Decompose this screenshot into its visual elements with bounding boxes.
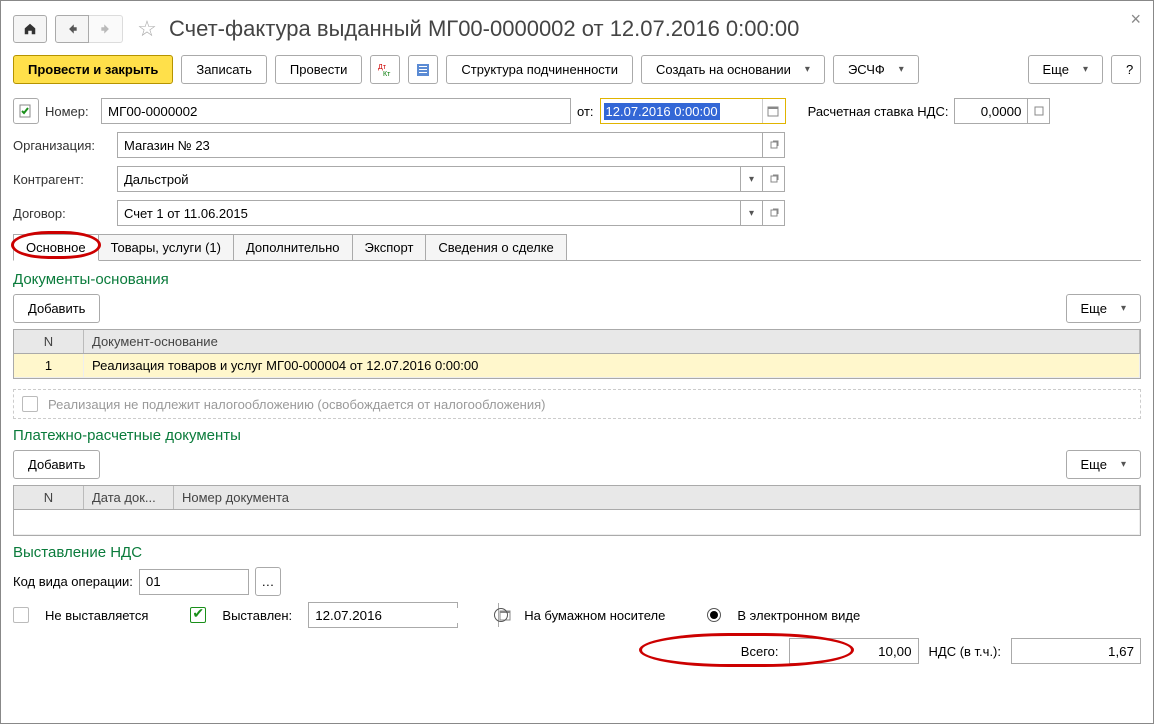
annotation-circle-electronic xyxy=(639,633,854,667)
op-code-input[interactable] xyxy=(139,569,249,595)
dropdown-icon[interactable]: ▾ xyxy=(740,201,762,225)
date-value: 12.07.2016 0:00:00 xyxy=(604,103,720,120)
tab-deal[interactable]: Сведения о сделке xyxy=(425,234,566,260)
radio-electronic-label: В электронном виде xyxy=(737,608,860,623)
post-and-close-button[interactable]: Провести и закрыть xyxy=(13,55,173,84)
tab-extra[interactable]: Дополнительно xyxy=(233,234,353,260)
home-button[interactable] xyxy=(13,15,47,43)
docs-col-n: N xyxy=(14,330,84,353)
document-status-icon[interactable] xyxy=(13,98,39,124)
more-button[interactable]: Еще xyxy=(1028,55,1103,84)
vat-total-value[interactable] xyxy=(1011,638,1141,664)
issued-label: Выставлен: xyxy=(222,608,292,623)
open-ref-icon[interactable] xyxy=(762,201,784,225)
more-payments-button[interactable]: Еще xyxy=(1066,450,1141,479)
debit-credit-button[interactable]: ДтКт xyxy=(370,55,400,84)
svg-text:Кт: Кт xyxy=(383,71,391,78)
org-label: Организация: xyxy=(13,138,111,153)
org-value[interactable]: Магазин № 23 xyxy=(118,138,762,153)
svg-text:Дт: Дт xyxy=(378,64,387,71)
docs-row[interactable]: 1 Реализация товаров и услуг МГ00-000004… xyxy=(14,354,1140,378)
contract-value[interactable]: Счет 1 от 11.06.2015 xyxy=(118,206,740,221)
calendar-icon[interactable] xyxy=(762,99,784,123)
tax-free-label: Реализация не подлежит налогообложению (… xyxy=(48,397,546,412)
more-docs-button[interactable]: Еще xyxy=(1066,294,1141,323)
eschf-button[interactable]: ЭСЧФ xyxy=(833,55,919,84)
add-payment-button[interactable]: Добавить xyxy=(13,450,100,479)
contragent-value[interactable]: Дальстрой xyxy=(118,172,740,187)
dropdown-icon[interactable]: ▾ xyxy=(740,167,762,191)
tax-free-block: Реализация не подлежит налогообложению (… xyxy=(13,389,1141,419)
issued-checkbox[interactable] xyxy=(190,607,206,623)
arrow-right-icon xyxy=(99,22,113,36)
help-button[interactable]: ? xyxy=(1111,55,1141,84)
page-title: Счет-фактура выданный МГ00-0000002 от 12… xyxy=(169,16,799,42)
record-button[interactable]: Записать xyxy=(181,55,267,84)
issued-date-input[interactable] xyxy=(309,608,498,623)
pay-col-date: Дата док... xyxy=(84,486,174,509)
tab-goods[interactable]: Товары, услуги (1) xyxy=(98,234,234,260)
vat-total-label: НДС (в т.ч.): xyxy=(929,644,1002,659)
structure-button[interactable]: Структура подчиненности xyxy=(446,55,633,84)
check-doc-icon xyxy=(19,104,33,118)
number-label: Номер: xyxy=(45,104,95,119)
payments-section-title: Платежно-расчетные документы xyxy=(13,427,1141,444)
date-label: от: xyxy=(577,104,594,119)
create-from-button[interactable]: Создать на основании xyxy=(641,55,825,84)
close-button[interactable]: × xyxy=(1130,9,1141,30)
rate-label: Расчетная ставка НДС: xyxy=(808,104,949,119)
not-issued-checkbox[interactable] xyxy=(13,607,29,623)
post-button[interactable]: Провести xyxy=(275,55,363,84)
docs-row-n: 1 xyxy=(14,354,84,377)
docs-section-title: Документы-основания xyxy=(13,271,1141,288)
debit-credit-icon: ДтКт xyxy=(377,62,393,78)
back-button[interactable] xyxy=(55,15,89,43)
contract-label: Договор: xyxy=(13,206,111,221)
list-icon xyxy=(416,63,430,77)
op-code-select-button[interactable]: … xyxy=(255,567,281,596)
home-icon xyxy=(23,22,37,36)
open-ref-icon[interactable] xyxy=(762,133,784,157)
favorite-star-icon[interactable]: ☆ xyxy=(133,15,161,43)
not-issued-label: Не выставляется xyxy=(45,608,148,623)
add-doc-button[interactable]: Добавить xyxy=(13,294,100,323)
vat-section-title: Выставление НДС xyxy=(13,544,1141,561)
docs-row-doc: Реализация товаров и услуг МГ00-000004 о… xyxy=(84,354,1140,377)
contragent-label: Контрагент: xyxy=(13,172,111,187)
date-field[interactable]: 12.07.2016 0:00:00 xyxy=(600,98,786,124)
payments-table: N Дата док... Номер документа xyxy=(13,485,1141,536)
open-ref-icon[interactable] xyxy=(762,167,784,191)
rate-calc-icon[interactable] xyxy=(1027,99,1049,123)
vat-rate-input[interactable] xyxy=(955,104,1027,119)
tab-export[interactable]: Экспорт xyxy=(352,234,427,260)
forward-button[interactable] xyxy=(89,15,123,43)
radio-paper-label: На бумажном носителе xyxy=(524,608,665,623)
pay-col-num: Номер документа xyxy=(174,486,1140,509)
docs-col-doc: Документ-основание xyxy=(84,330,1140,353)
docs-table: N Документ-основание 1 Реализация товаро… xyxy=(13,329,1141,379)
pay-col-n: N xyxy=(14,486,84,509)
radio-electronic[interactable] xyxy=(707,608,721,622)
number-input[interactable] xyxy=(101,98,571,124)
tax-free-checkbox[interactable] xyxy=(22,396,38,412)
op-code-label: Код вида операции: xyxy=(13,574,133,589)
list-button[interactable] xyxy=(408,55,438,84)
arrow-left-icon xyxy=(65,22,79,36)
annotation-circle-tab xyxy=(11,231,101,259)
